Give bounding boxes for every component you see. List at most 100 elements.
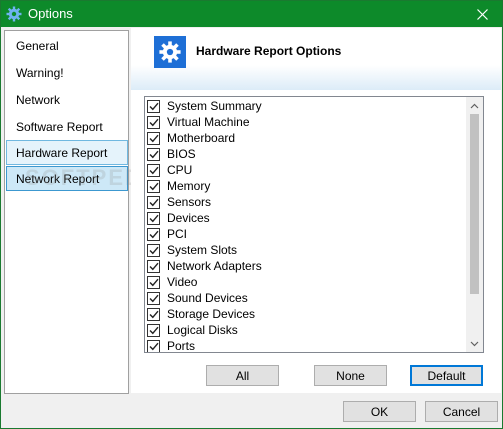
settings-badge [154, 36, 186, 68]
sidebar-item-warning[interactable]: Warning! [6, 60, 128, 85]
list-item[interactable]: Devices [147, 210, 467, 226]
list-item[interactable]: Sensors [147, 194, 467, 210]
list-item-label: BIOS [167, 147, 196, 161]
checkbox[interactable] [147, 275, 160, 289]
list-item[interactable]: BIOS [147, 146, 467, 162]
list-item-label: Storage Devices [167, 307, 256, 321]
checkmark-icon [149, 294, 159, 302]
checkmark-icon [149, 166, 159, 174]
sidebar-item-label: Warning! [16, 66, 64, 80]
list-item[interactable]: Ports [147, 338, 467, 353]
sidebar-item-hardware-report[interactable]: Hardware Report [6, 140, 128, 165]
sidebar-item-label: Network [16, 93, 61, 107]
list-item[interactable]: Video [147, 274, 467, 290]
list-item-label: Devices [167, 211, 210, 225]
list-item[interactable]: Motherboard [147, 130, 467, 146]
checkbox[interactable] [147, 323, 160, 337]
sidebar-item-label: Hardware Report [16, 146, 108, 160]
sidebar-item-general[interactable]: General [6, 33, 128, 58]
vertical-scrollbar[interactable] [466, 97, 483, 352]
checkmark-icon [149, 278, 159, 286]
checkbox[interactable] [147, 211, 160, 225]
list-item[interactable]: Logical Disks [147, 322, 467, 338]
list-item[interactable]: Storage Devices [147, 306, 467, 322]
list-item-label: Network Adapters [167, 259, 262, 273]
checkmark-icon [149, 102, 159, 110]
list-item-label: Memory [167, 179, 211, 193]
list-item-label: System Summary [167, 99, 262, 113]
sidebar-item-network[interactable]: Network [6, 87, 128, 112]
options-window: Options General Warning! Network Softwar… [0, 0, 503, 429]
sidebar-item-network-report[interactable]: Network Report [6, 166, 128, 191]
close-button[interactable] [462, 1, 502, 27]
checkbox[interactable] [147, 163, 160, 177]
close-icon [476, 8, 488, 20]
gear-icon [159, 41, 181, 63]
cancel-button[interactable]: Cancel [425, 401, 498, 422]
checkbox[interactable] [147, 339, 160, 352]
scroll-down-button[interactable] [466, 335, 483, 352]
checkmark-icon [149, 342, 159, 350]
list-item-label: Ports [167, 339, 196, 353]
ok-button[interactable]: OK [343, 401, 416, 422]
sidebar-item-label: Network Report [16, 172, 100, 186]
scroll-thumb[interactable] [470, 114, 479, 294]
window-title: Options [28, 6, 73, 21]
checkbox[interactable] [147, 131, 160, 145]
list-item-label: Logical Disks [167, 323, 238, 337]
checkmark-icon [149, 198, 159, 206]
default-button[interactable]: Default [410, 365, 483, 386]
list-item[interactable]: PCI [147, 226, 467, 242]
sidebar-item-software-report[interactable]: Software Report [6, 114, 128, 139]
checkmark-icon [149, 182, 159, 190]
hardware-options-list[interactable]: System Summary Virtual Machine Motherboard… [144, 96, 484, 353]
checkmark-icon [149, 262, 159, 270]
list-item[interactable]: Memory [147, 178, 467, 194]
list-item-label: Sound Devices [167, 291, 248, 305]
checkbox[interactable] [147, 179, 160, 193]
page-title: Hardware Report Options [196, 44, 342, 58]
checkbox[interactable] [147, 99, 160, 113]
checkmark-icon [149, 326, 159, 334]
list-item-label: PCI [167, 227, 188, 241]
checkmark-icon [149, 230, 159, 238]
select-none-button[interactable]: None [314, 365, 387, 386]
list-item-label: Motherboard [167, 131, 236, 145]
list-item-label: Virtual Machine [167, 115, 250, 129]
options-panel: Hardware Report Options System Summary Vi… [131, 28, 501, 393]
checkbox[interactable] [147, 259, 160, 273]
panel-header: Hardware Report Options [131, 28, 501, 90]
list-item-label: Sensors [167, 195, 212, 209]
checkmark-icon [149, 246, 159, 254]
checkmark-icon [149, 134, 159, 142]
list-item-label: CPU [167, 163, 193, 177]
list-item[interactable]: CPU [147, 162, 467, 178]
chevron-up-icon [470, 103, 479, 108]
list-item[interactable]: Virtual Machine [147, 114, 467, 130]
checkmark-icon [149, 150, 159, 158]
checkmark-icon [149, 310, 159, 318]
checkbox[interactable] [147, 307, 160, 321]
checkmark-icon [149, 118, 159, 126]
sidebar-item-label: Software Report [16, 120, 103, 134]
list-item[interactable]: System Slots [147, 242, 467, 258]
list-item[interactable]: Network Adapters [147, 258, 467, 274]
gear-icon [6, 6, 22, 22]
checkbox[interactable] [147, 291, 160, 305]
list-item-label: System Slots [167, 243, 238, 257]
checkbox[interactable] [147, 195, 160, 209]
checkbox[interactable] [147, 147, 160, 161]
select-all-button[interactable]: All [206, 365, 279, 386]
checkbox[interactable] [147, 115, 160, 129]
scroll-up-button[interactable] [466, 97, 483, 114]
title-bar[interactable]: Options [1, 1, 502, 27]
checkbox[interactable] [147, 227, 160, 241]
checkbox[interactable] [147, 243, 160, 257]
chevron-down-icon [470, 341, 479, 346]
list-item[interactable]: System Summary [147, 98, 467, 114]
sidebar-item-label: General [16, 39, 59, 53]
checkmark-icon [149, 214, 159, 222]
list-item-label: Video [167, 275, 198, 289]
options-sidebar: General Warning! Network Software Report… [4, 30, 167, 394]
list-item[interactable]: Sound Devices [147, 290, 467, 306]
